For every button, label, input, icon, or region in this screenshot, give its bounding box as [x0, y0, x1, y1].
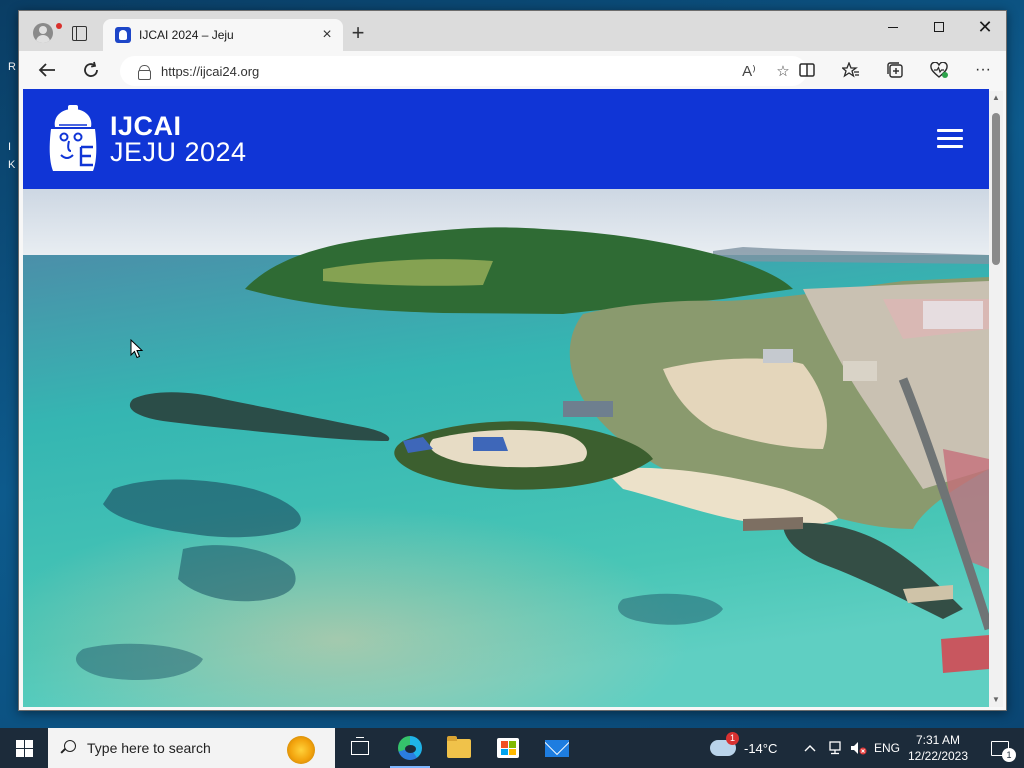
scrollbar-thumb[interactable]	[992, 113, 1000, 265]
store-icon	[497, 738, 519, 758]
browser-toolbar: https://ijcai24.org A⁾ ☆ ···	[19, 51, 1006, 89]
menu-bar	[937, 137, 963, 140]
site-favicon-icon	[115, 27, 131, 43]
taskbar-edge-button[interactable]	[386, 728, 434, 768]
start-button[interactable]	[0, 728, 48, 768]
more-menu-icon[interactable]: ···	[968, 55, 998, 85]
desktop-icon-label[interactable]: K	[8, 158, 18, 172]
close-tab-icon[interactable]: ×	[319, 27, 335, 43]
hamburger-menu-button[interactable]	[937, 129, 963, 149]
taskbar-search-box[interactable]: Type here to search	[48, 728, 335, 768]
volume-button[interactable]	[848, 728, 870, 768]
tab-actions-button[interactable]	[65, 19, 93, 47]
scroll-up-icon[interactable]: ▲	[989, 91, 1003, 105]
notification-icon: 1	[991, 740, 1016, 762]
lock-icon[interactable]	[138, 64, 151, 80]
taskbar-store-button[interactable]	[484, 728, 532, 768]
back-button[interactable]	[32, 55, 62, 85]
cloud-icon: 1	[710, 732, 739, 756]
page-scrollbar[interactable]: ▲ ▼	[989, 91, 1003, 707]
edge-icon	[398, 736, 422, 760]
tab-title: IJCAI 2024 – Jeju	[139, 28, 234, 42]
hero-coastline-image	[23, 189, 989, 707]
notification-dot	[56, 23, 62, 29]
search-placeholder: Type here to search	[87, 740, 211, 756]
weather-temperature: -14°C	[744, 740, 778, 756]
network-button[interactable]	[824, 728, 846, 768]
notification-count: 1	[1002, 747, 1016, 762]
menu-bar	[937, 129, 963, 132]
favorites-icon[interactable]	[836, 55, 866, 85]
weather-widget[interactable]: 1 -14°C	[710, 728, 786, 768]
back-arrow-icon	[38, 63, 55, 77]
task-view-icon	[351, 737, 369, 755]
refresh-icon	[84, 61, 98, 77]
input-language-button[interactable]: ENG	[872, 728, 902, 768]
taskbar: Type here to search 1 -14°C ENG 7:31 AM …	[0, 728, 1024, 768]
windows-logo-icon	[15, 739, 33, 757]
maximize-icon	[934, 22, 944, 32]
address-bar[interactable]: https://ijcai24.org A⁾ ☆	[120, 56, 807, 86]
desktop-icon-label[interactable]: R	[8, 60, 18, 74]
clock-time: 7:31 AM	[915, 733, 961, 747]
browser-essentials-icon[interactable]	[924, 55, 954, 85]
profile-icon	[33, 23, 53, 43]
network-icon	[829, 741, 841, 755]
scroll-down-icon[interactable]: ▼	[989, 693, 1003, 707]
folder-icon	[447, 735, 471, 758]
maximize-button[interactable]	[916, 11, 962, 43]
show-hidden-icons-button[interactable]	[800, 728, 820, 768]
minimize-button[interactable]	[870, 11, 916, 43]
close-window-button[interactable]: ✕	[962, 11, 1008, 43]
clock-date: 12/22/2023	[907, 749, 969, 763]
vertical-tabs-icon	[71, 25, 87, 41]
dol-hareubang-logo[interactable]	[47, 105, 99, 173]
collections-icon[interactable]	[880, 55, 910, 85]
minimize-icon	[888, 26, 898, 28]
weather-badge: 1	[726, 732, 739, 745]
chevron-up-icon	[804, 745, 816, 752]
split-screen-icon[interactable]	[792, 55, 822, 85]
search-icon	[60, 740, 76, 756]
url-text[interactable]: https://ijcai24.org	[161, 64, 729, 79]
new-tab-button[interactable]: +	[344, 19, 372, 47]
page-viewport: IJCAI JEJU 2024	[23, 89, 989, 707]
search-highlight-sun-icon[interactable]	[287, 736, 315, 764]
refresh-button[interactable]	[76, 55, 106, 85]
site-header: IJCAI JEJU 2024	[23, 89, 989, 189]
read-aloud-icon[interactable]: A⁾	[735, 59, 763, 83]
clock-button[interactable]: 7:31 AM 12/22/2023	[905, 728, 971, 768]
browser-window: IJCAI 2024 – Jeju × + ✕ https://ijcai24.…	[18, 10, 1007, 711]
volume-muted-icon	[851, 742, 867, 755]
task-view-button[interactable]	[342, 728, 378, 768]
tab-ijcai[interactable]: IJCAI 2024 – Jeju ×	[103, 19, 343, 51]
desktop-icon-label[interactable]: I	[8, 140, 18, 154]
mail-icon	[545, 739, 569, 757]
taskbar-file-explorer-button[interactable]	[435, 728, 483, 768]
taskbar-mail-button[interactable]	[533, 728, 581, 768]
tab-bar: IJCAI 2024 – Jeju × + ✕	[19, 11, 1006, 51]
mouse-cursor-icon	[130, 339, 144, 359]
brand-subtitle[interactable]: JEJU 2024	[110, 137, 247, 168]
profile-button[interactable]	[29, 19, 62, 47]
notification-center-button[interactable]: 1	[980, 728, 1020, 768]
menu-bar	[937, 145, 963, 148]
